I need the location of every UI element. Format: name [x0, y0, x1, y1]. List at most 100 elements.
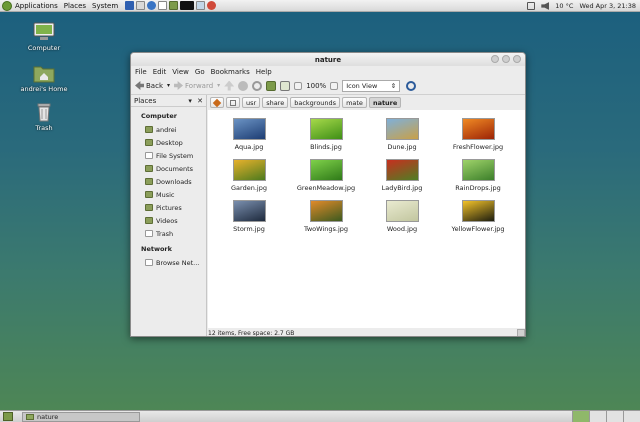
- status-text: 12 items, Free space: 2.7 GB: [208, 329, 295, 337]
- path-nature[interactable]: nature: [368, 97, 402, 108]
- path-share[interactable]: share: [262, 97, 289, 108]
- desktop-icon-trash[interactable]: Trash: [14, 102, 74, 132]
- file-item[interactable]: YellowFlower.jpg: [442, 200, 514, 233]
- bluetooth-icon[interactable]: [125, 1, 135, 10]
- desktop-icon-label: Trash: [35, 124, 53, 132]
- sidebar-item-trash[interactable]: Trash: [131, 227, 206, 240]
- menu-view[interactable]: View: [172, 68, 189, 76]
- applications-menu[interactable]: Applications: [12, 0, 61, 12]
- sidebar-item-browse-network[interactable]: Browse Net...: [131, 256, 206, 269]
- sidebar-item-pictures[interactable]: Pictures: [131, 201, 206, 214]
- home-folder-icon: [145, 126, 153, 133]
- sidebar-item-documents[interactable]: Documents: [131, 162, 206, 175]
- menu-go[interactable]: Go: [195, 68, 205, 76]
- sidebar-close-icon[interactable]: ✕: [197, 97, 203, 105]
- weather-temperature[interactable]: 10 °C: [555, 2, 573, 10]
- file-item[interactable]: Storm.jpg: [213, 200, 285, 233]
- workspace-3[interactable]: [606, 411, 623, 422]
- sidebar-header: Places ▾ ✕: [131, 95, 206, 107]
- back-dropdown-icon[interactable]: ▾: [167, 82, 170, 89]
- file-item[interactable]: GreenMeadow.jpg: [290, 159, 362, 192]
- root-drive-icon: [230, 99, 236, 106]
- mate-logo-icon[interactable]: [2, 0, 12, 11]
- search-tool-icon[interactable]: [136, 1, 146, 10]
- home-icon[interactable]: [266, 80, 277, 91]
- resize-grip-icon[interactable]: [517, 329, 525, 336]
- icon-view[interactable]: Aqua.jpg Blinds.jpg Dune.jpg FreshFlower…: [208, 110, 525, 328]
- sidebar-section-computer: Computer: [141, 112, 178, 120]
- close-button[interactable]: [513, 55, 521, 63]
- minimize-button[interactable]: [491, 55, 499, 63]
- forward-dropdown-icon[interactable]: ▾: [217, 82, 220, 89]
- web-browser-icon[interactable]: [147, 1, 157, 10]
- stop-icon[interactable]: [238, 80, 249, 91]
- reload-icon[interactable]: [252, 80, 263, 91]
- computer-icon[interactable]: [280, 80, 291, 91]
- path-backgrounds[interactable]: backgrounds: [290, 97, 341, 108]
- arrow-right-icon: [174, 81, 184, 90]
- sidebar-item-desktop[interactable]: Desktop: [131, 136, 206, 149]
- file-manager-icon[interactable]: [169, 1, 179, 10]
- menu-file[interactable]: File: [135, 68, 147, 76]
- volume-icon[interactable]: [541, 2, 550, 10]
- top-panel: Applications Places System 10 °C Wed Apr…: [0, 0, 640, 12]
- thumbnail: [232, 200, 266, 222]
- panel-launchers: [125, 1, 217, 10]
- workspace-2[interactable]: [589, 411, 606, 422]
- edit-location-button[interactable]: [210, 97, 224, 108]
- file-item[interactable]: LadyBird.jpg: [366, 159, 438, 192]
- sidebar-item-music[interactable]: Music: [131, 188, 206, 201]
- search-icon[interactable]: [406, 80, 417, 91]
- file-item[interactable]: Aqua.jpg: [213, 118, 285, 151]
- file-item[interactable]: RainDrops.jpg: [442, 159, 514, 192]
- thumbnail: [385, 200, 419, 222]
- terminal-icon[interactable]: [180, 1, 195, 10]
- zoom-out-icon[interactable]: [294, 81, 303, 90]
- network-icon[interactable]: [527, 2, 536, 10]
- back-button[interactable]: Back: [135, 81, 163, 90]
- taskbar-item-nature[interactable]: nature: [22, 411, 140, 422]
- file-item[interactable]: Dune.jpg: [366, 118, 438, 151]
- network-icon: [145, 259, 153, 266]
- desktop-icon-home[interactable]: andrei's Home: [14, 63, 74, 93]
- path-bar: usr share backgrounds mate nature: [208, 95, 525, 110]
- workspace-1[interactable]: [572, 411, 589, 422]
- places-menu[interactable]: Places: [61, 0, 89, 12]
- menu-help[interactable]: Help: [256, 68, 272, 76]
- arrow-left-icon: [135, 81, 144, 90]
- sidebar-item-downloads[interactable]: Downloads: [131, 175, 206, 188]
- menu-edit[interactable]: Edit: [153, 68, 167, 76]
- sidebar-dropdown-icon[interactable]: ▾: [188, 97, 192, 105]
- zoom-in-icon[interactable]: [330, 81, 339, 90]
- sidebar-item-andrei[interactable]: andrei: [131, 123, 206, 136]
- view-mode-select[interactable]: Icon View ⇕: [342, 79, 401, 92]
- window-titlebar[interactable]: nature: [131, 53, 525, 66]
- menu-bookmarks[interactable]: Bookmarks: [211, 68, 250, 76]
- image-viewer-icon[interactable]: [196, 1, 206, 10]
- desktop-icon-computer[interactable]: Computer: [14, 22, 74, 52]
- system-tray: 10 °C Wed Apr 3, 21:38: [527, 0, 640, 12]
- show-desktop-icon[interactable]: [3, 412, 13, 421]
- file-manager-window: nature File Edit View Go Bookmarks Help …: [130, 52, 526, 337]
- settings-icon[interactable]: [207, 1, 217, 10]
- file-item[interactable]: Blinds.jpg: [290, 118, 362, 151]
- maximize-button[interactable]: [502, 55, 510, 63]
- file-item[interactable]: Wood.jpg: [366, 200, 438, 233]
- clock[interactable]: Wed Apr 3, 21:38: [579, 2, 636, 10]
- file-item[interactable]: FreshFlower.jpg: [442, 118, 514, 151]
- path-usr[interactable]: usr: [242, 97, 261, 108]
- path-mate[interactable]: mate: [342, 97, 367, 108]
- sidebar-item-filesystem[interactable]: File System: [131, 149, 206, 162]
- forward-button[interactable]: Forward: [174, 81, 213, 90]
- text-editor-icon[interactable]: [158, 1, 168, 10]
- workspace-switcher: [572, 411, 640, 422]
- sidebar-item-videos[interactable]: Videos: [131, 214, 206, 227]
- file-item[interactable]: Garden.jpg: [213, 159, 285, 192]
- content-pane: usr share backgrounds mate nature Aqua.j…: [208, 95, 525, 337]
- zoom-level: 100%: [306, 81, 327, 90]
- workspace-4[interactable]: [623, 411, 640, 422]
- path-scroll-left-button[interactable]: [226, 97, 240, 108]
- up-icon[interactable]: [224, 80, 235, 91]
- file-item[interactable]: TwoWings.jpg: [290, 200, 362, 233]
- system-menu[interactable]: System: [89, 0, 121, 12]
